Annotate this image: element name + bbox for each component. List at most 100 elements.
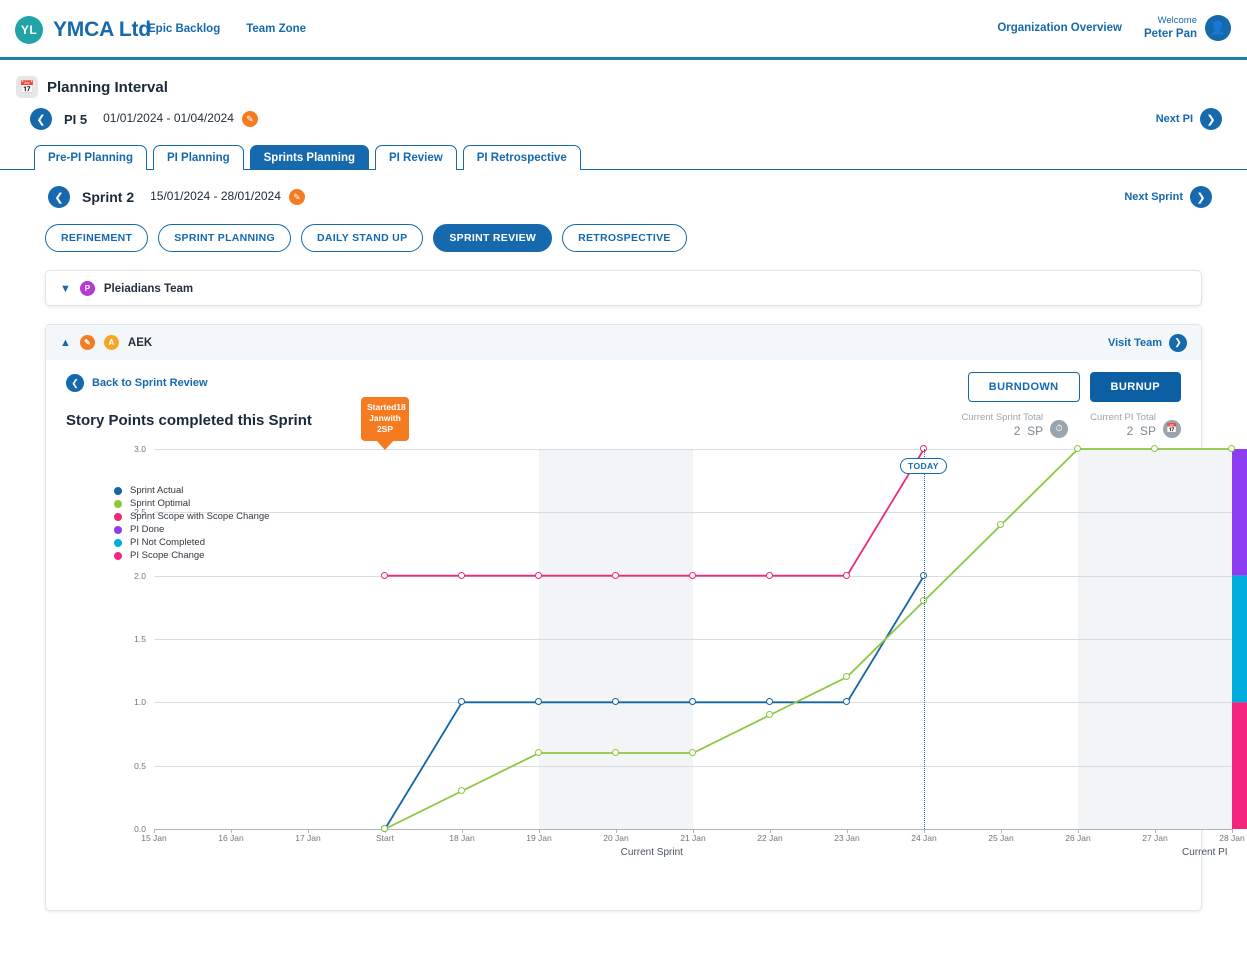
segment-points: 1 SP [1232, 674, 1247, 686]
x-axis-tick-label: 16 Jan [201, 833, 261, 843]
x-axis-tick-label: 28 Jan [1202, 833, 1247, 843]
data-point-marker[interactable] [1228, 445, 1235, 452]
back-link-label: Back to Sprint Review [92, 377, 208, 389]
edit-team-icon[interactable]: ✎ [80, 335, 95, 350]
current-sprint-total-text: Current Sprint Total 2 SP [962, 412, 1044, 439]
back-arrow-icon[interactable]: ❮ [66, 374, 84, 392]
legend-label: Sprint Scope with Scope Change [130, 511, 269, 522]
sprint-label: Sprint 2 [82, 189, 134, 205]
x-axis-tick-label: 27 Jan [1125, 833, 1185, 843]
edit-pi-icon[interactable]: ✎ [242, 111, 258, 127]
tab-pi-planning[interactable]: PI Planning [153, 145, 244, 170]
legend-color-swatch [114, 513, 122, 521]
legend-item[interactable]: Sprint Scope with Scope Change [114, 510, 269, 523]
visit-team-control[interactable]: Visit Team ❯ [1108, 334, 1187, 352]
segment-points: 1 SP [1232, 801, 1247, 813]
legend-item[interactable]: PI Scope Change [114, 549, 269, 562]
tab-pi-retrospective[interactable]: PI Retrospective [463, 145, 581, 170]
segment-percent: 25 % [1232, 789, 1247, 801]
data-point-marker[interactable] [1074, 445, 1081, 452]
data-point-marker[interactable] [766, 711, 773, 718]
legend-color-swatch [114, 539, 122, 547]
tab-sprints-planning[interactable]: Sprints Planning [250, 145, 369, 170]
brand-name: YMCA Ltd [53, 18, 151, 42]
pi-dates: 01/01/2024 - 01/04/2024✎ [103, 111, 258, 127]
data-point-marker[interactable] [458, 787, 465, 794]
data-point-marker[interactable] [997, 521, 1004, 528]
data-point-marker[interactable] [766, 572, 773, 579]
user-menu[interactable]: Welcome Peter Pan 👤 [1144, 15, 1231, 41]
next-sprint-control[interactable]: Next Sprint ❯ [1124, 186, 1212, 208]
y-axis-tick-label: 1.0 [116, 697, 146, 707]
legend-item[interactable]: Sprint Actual [114, 484, 269, 497]
pi-tabs: Pre-PI Planning PI Planning Sprints Plan… [0, 130, 1247, 170]
burndown-button[interactable]: BURNDOWN [968, 372, 1080, 402]
data-point-marker[interactable] [1151, 445, 1158, 452]
x-axis-tick-label: 20 Jan [586, 833, 646, 843]
data-point-marker[interactable] [843, 572, 850, 579]
y-axis-tick-label: 3.0 [116, 444, 146, 454]
tab-pre-pi-planning[interactable]: Pre-PI Planning [34, 145, 147, 170]
legend-label: PI Not Completed [130, 537, 205, 548]
brand-logo[interactable]: YL YMCA Ltd [15, 16, 151, 44]
avatar[interactable]: 👤 [1205, 15, 1231, 41]
data-point-marker[interactable] [458, 572, 465, 579]
stacked-bar-label: 25 %1 SP [1232, 789, 1247, 813]
app-page: YL YMCA Ltd Epic Backlog Team Zone Organ… [0, 0, 1247, 968]
tab-pi-review[interactable]: PI Review [375, 145, 457, 170]
organization-overview-link[interactable]: Organization Overview [997, 22, 1122, 34]
y-axis-tick-label: 0.5 [116, 761, 146, 771]
nav-link-epic-backlog[interactable]: Epic Backlog [148, 23, 220, 35]
legend-item[interactable]: PI Done [114, 523, 269, 536]
current-sprint-total: Current Sprint Total 2 SP ⏱ [962, 412, 1069, 439]
welcome-greeting: Welcome [1144, 15, 1197, 27]
pill-sprint-review[interactable]: SPRINT REVIEW [433, 224, 552, 252]
data-point-marker[interactable] [689, 572, 696, 579]
next-sprint-button[interactable]: ❯ [1190, 186, 1212, 208]
burnup-button[interactable]: BURNUP [1090, 372, 1181, 402]
data-point-marker[interactable] [381, 572, 388, 579]
legend-color-swatch [114, 552, 122, 560]
data-point-marker[interactable] [689, 749, 696, 756]
callout-line: Started [367, 402, 396, 412]
data-point-marker[interactable] [612, 749, 619, 756]
previous-pi-button[interactable]: ❮ [30, 108, 52, 130]
burnup-chart-body: ❮ Back to Sprint Review BURNDOWN BURNUP … [46, 360, 1201, 910]
data-point-marker[interactable] [381, 825, 388, 832]
started-callout: Started18 Janwith 2SP [361, 397, 409, 441]
next-pi-control[interactable]: Next PI ❯ [1156, 108, 1222, 130]
legend-item[interactable]: PI Not Completed [114, 536, 269, 549]
chevron-up-icon[interactable]: ▲ [60, 337, 71, 349]
team-avatar-icon: A [104, 335, 119, 350]
pill-daily-stand-up[interactable]: DAILY STAND UP [301, 224, 423, 252]
data-point-marker[interactable] [612, 572, 619, 579]
edit-sprint-icon[interactable]: ✎ [289, 189, 305, 205]
current-pi-total-caption: Current PI Total [1090, 412, 1156, 424]
nav-link-team-zone[interactable]: Team Zone [246, 23, 306, 35]
visit-team-button[interactable]: ❯ [1169, 334, 1187, 352]
x-axis-tick-label: 22 Jan [740, 833, 800, 843]
page-title-row: 📅 Planning Interval [0, 76, 1247, 98]
team-panel-header[interactable]: ▼ P Pleiadians Team [46, 271, 1201, 306]
data-point-marker[interactable] [843, 673, 850, 680]
today-marker-pill: TODAY [900, 458, 947, 474]
pill-retrospective[interactable]: RETROSPECTIVE [562, 224, 687, 252]
pi-navigation-row: ❮ PI 5 01/01/2024 - 01/04/2024✎ Next PI … [0, 98, 1247, 130]
welcome-text: Welcome Peter Pan [1144, 15, 1197, 41]
aek-panel-header[interactable]: ▲ ✎ A AEK Visit Team ❯ [46, 325, 1201, 360]
sprint-dates-text: 15/01/2024 - 28/01/2024 [150, 189, 281, 203]
next-pi-button[interactable]: ❯ [1200, 108, 1222, 130]
legend-color-swatch [114, 487, 122, 495]
speedometer-icon: ⏱ [1050, 420, 1068, 438]
pill-sprint-planning[interactable]: SPRINT PLANNING [158, 224, 291, 252]
y-axis-tick-label: 1.5 [116, 634, 146, 644]
data-point-marker[interactable] [535, 572, 542, 579]
pill-refinement[interactable]: REFINEMENT [45, 224, 148, 252]
previous-sprint-button[interactable]: ❮ [48, 186, 70, 208]
data-point-marker[interactable] [535, 749, 542, 756]
segment-percent: 50 % [1232, 536, 1247, 548]
legend-label: Sprint Optimal [130, 498, 190, 509]
burnup-chart: 0.00.51.01.52.02.53.015 Jan16 Jan17 JanS… [66, 437, 1181, 892]
legend-item[interactable]: Sprint Optimal [114, 497, 269, 510]
chevron-down-icon[interactable]: ▼ [60, 283, 71, 295]
